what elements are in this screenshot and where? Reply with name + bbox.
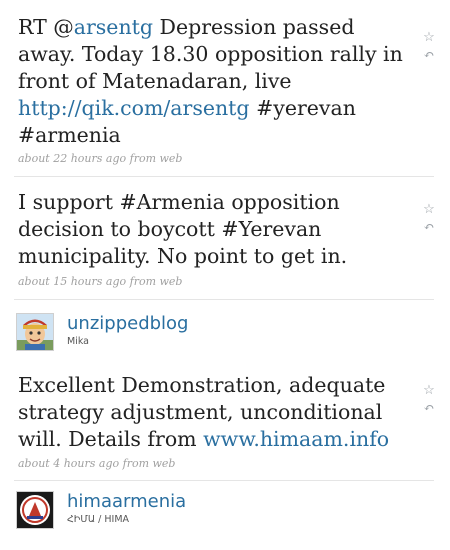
tweet-link[interactable]: arsentg: [74, 15, 153, 39]
tweet-actions: ☆ ↶: [421, 384, 437, 416]
reply-arrow-icon[interactable]: ↶: [421, 221, 437, 235]
star-icon[interactable]: ☆: [421, 203, 437, 217]
tweet-timestamp[interactable]: about 4 hours ago from web: [18, 457, 175, 470]
user-full-name: Mika: [67, 336, 89, 347]
user-row: unzippedblog Mika: [16, 313, 436, 353]
tweet-item: RT @arsentg Depression passed away. Toda…: [0, 0, 450, 172]
tweet-actions: ☆ ↶: [421, 31, 437, 63]
user-row: himaarmenia ՀԻՄԱ / HIMA: [16, 491, 436, 531]
tweet-item: Excellent Demonstration, adequate strate…: [0, 362, 450, 480]
tweet-text: Excellent Demonstration, adequate strate…: [18, 372, 413, 453]
user-full-name: ՀԻՄԱ / HIMA: [67, 514, 130, 525]
divider: [14, 299, 434, 300]
reply-arrow-icon[interactable]: ↶: [421, 402, 437, 416]
tweet-item: I support #Armenia opposition decision t…: [0, 177, 450, 297]
hima-logo-icon[interactable]: [16, 491, 54, 529]
tweet-text-segment: RT @: [18, 15, 74, 39]
tweet-timestamp[interactable]: about 15 hours ago from web: [18, 275, 182, 288]
user-screen-name[interactable]: unzippedblog: [67, 313, 188, 335]
tweet-link[interactable]: www.himaam.info: [203, 427, 389, 451]
tweet-actions: ☆ ↶: [421, 203, 437, 235]
star-icon[interactable]: ☆: [421, 31, 437, 45]
divider: [14, 480, 434, 481]
tweet-text-segment: I support #Armenia opposition decision t…: [18, 190, 348, 268]
tweet-link[interactable]: http://qik.com/arsentg: [18, 96, 250, 120]
tweet-timestamp[interactable]: about 22 hours ago from web: [18, 152, 182, 165]
star-icon[interactable]: ☆: [421, 384, 437, 398]
tweet-text: I support #Armenia opposition decision t…: [18, 189, 413, 270]
reply-arrow-icon[interactable]: ↶: [421, 49, 437, 63]
cartoon-avatar-icon[interactable]: [16, 313, 54, 351]
tweet-text: RT @arsentg Depression passed away. Toda…: [18, 14, 413, 149]
user-screen-name[interactable]: himaarmenia: [67, 491, 186, 513]
